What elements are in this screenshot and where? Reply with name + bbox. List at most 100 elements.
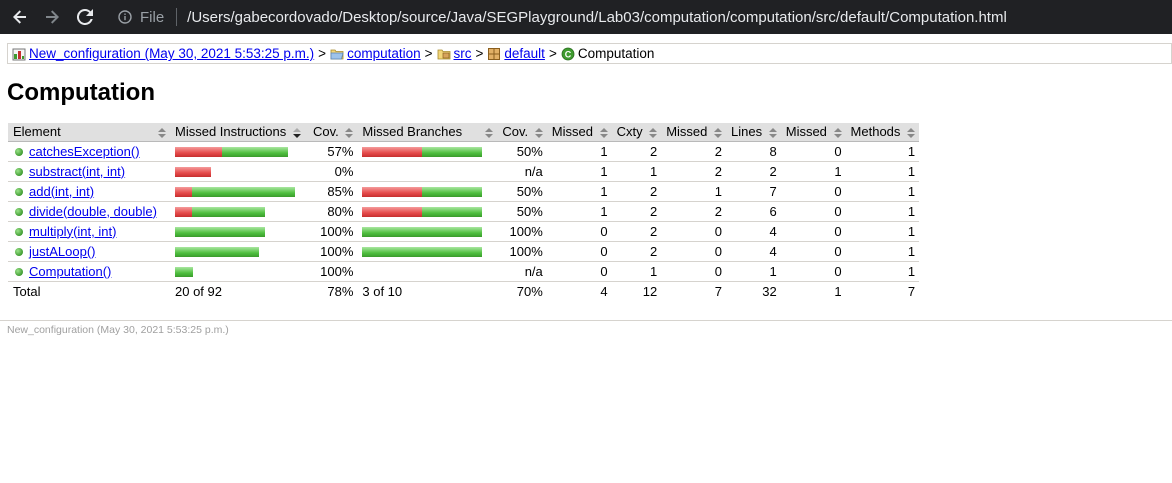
methods: 1 <box>845 141 920 162</box>
branches-bar-cell <box>357 181 498 202</box>
table-row: catchesException() 57% 50% 1 2 2 8 0 1 <box>8 141 920 162</box>
missed-lines: 0 <box>661 261 727 282</box>
sort-icon <box>827 124 842 139</box>
sort-desc-icon <box>286 124 301 139</box>
missed-lines: 0 <box>661 241 727 262</box>
branches-cov: n/a <box>497 161 547 182</box>
sort-icon <box>155 124 166 139</box>
element-cell: justALoop() <box>8 241 170 262</box>
table-header-row: Element Missed Instructions Cov. Missed … <box>8 123 920 142</box>
package-folder-icon <box>437 49 450 59</box>
missed-methods: 0 <box>780 221 846 242</box>
missed-methods: 0 <box>780 141 846 162</box>
sort-icon <box>593 124 608 139</box>
branches-covered-bar <box>422 187 483 198</box>
instructions-bar-cell <box>170 241 308 262</box>
instructions-covered-bar <box>192 207 265 218</box>
sort-icon <box>900 124 916 139</box>
instructions-missed-bar <box>175 147 222 158</box>
breadcrumb-session-link[interactable]: New_configuration (May 30, 2021 5:53:25 … <box>29 46 314 61</box>
header-complexity[interactable]: Cxty <box>611 123 662 142</box>
table-row: add(int, int) 85% 50% 1 2 1 7 0 1 <box>8 181 920 202</box>
header-cov-instructions[interactable]: Cov. <box>308 123 358 142</box>
sort-icon <box>482 124 494 139</box>
header-missed-instructions[interactable]: Missed Instructions <box>170 123 308 142</box>
total-branches-cov: 70% <box>516 283 543 299</box>
coverage-table: Element Missed Instructions Cov. Missed … <box>8 123 920 301</box>
sort-icon <box>762 124 777 139</box>
header-missed-complexity[interactable]: Missed <box>546 123 612 142</box>
header-cov-branches[interactable]: Cov. <box>497 123 547 142</box>
address-bar[interactable]: File /Users/gabecordovado/Desktop/source… <box>108 3 1172 31</box>
table-row: substract(int, int) 0% n/a 1 1 2 2 1 1 <box>8 161 920 182</box>
method-icon <box>15 207 23 216</box>
complexity: 1 <box>611 261 662 282</box>
branches-bar-cell <box>357 221 498 242</box>
method-link[interactable]: divide(double, double) <box>29 204 157 219</box>
branches-cov: 50% <box>497 181 547 202</box>
instructions-cov: 100% <box>308 241 358 262</box>
instructions-covered-bar <box>222 147 288 158</box>
method-link[interactable]: Computation() <box>29 264 111 279</box>
methods: 1 <box>845 201 920 222</box>
missed-methods: 0 <box>780 261 846 282</box>
total-missed-lines: 7 <box>714 283 723 299</box>
complexity: 1 <box>611 161 662 182</box>
missed-lines: 2 <box>661 161 727 182</box>
method-link[interactable]: substract(int, int) <box>29 164 125 179</box>
missed-methods: 0 <box>780 201 846 222</box>
sort-icon <box>528 124 543 139</box>
complexity: 2 <box>611 241 662 262</box>
back-button[interactable] <box>4 0 36 34</box>
method-link[interactable]: add(int, int) <box>29 184 94 199</box>
missed-complexity: 1 <box>546 161 612 182</box>
header-missed-lines[interactable]: Missed <box>661 123 727 142</box>
branches-bar-cell <box>357 241 498 262</box>
reload-button[interactable] <box>69 0 101 34</box>
element-cell: add(int, int) <box>8 181 170 202</box>
breadcrumb-src-link[interactable]: src <box>454 46 472 61</box>
total-instructions: 20 of 92 <box>175 283 222 299</box>
methods: 1 <box>845 221 920 242</box>
browser-toolbar: File /Users/gabecordovado/Desktop/source… <box>0 0 1172 34</box>
branches-bar-cell <box>357 261 498 282</box>
header-missed-branches[interactable]: Missed Branches <box>357 123 498 142</box>
method-icon <box>15 147 23 156</box>
lines: 8 <box>726 141 781 162</box>
header-lines[interactable]: Lines <box>726 123 781 142</box>
method-icon <box>15 267 23 276</box>
table-row: justALoop() 100% 100% 0 2 0 4 0 1 <box>8 241 920 262</box>
method-link[interactable]: multiply(int, int) <box>29 224 116 239</box>
breadcrumb-project-link[interactable]: computation <box>347 46 421 61</box>
forward-button[interactable] <box>36 0 68 34</box>
breadcrumb: New_configuration (May 30, 2021 5:53:25 … <box>7 43 1172 64</box>
info-icon[interactable] <box>118 10 132 24</box>
header-missed-methods[interactable]: Missed <box>780 123 846 142</box>
methods: 1 <box>845 181 920 202</box>
breadcrumb-package-link[interactable]: default <box>504 46 545 61</box>
url-text[interactable]: /Users/gabecordovado/Desktop/source/Java… <box>187 9 1007 26</box>
branches-cov: 50% <box>497 141 547 162</box>
methods: 1 <box>845 241 920 262</box>
total-missed-methods: 1 <box>834 283 842 299</box>
arrow-right-icon <box>46 10 59 24</box>
element-cell: catchesException() <box>8 141 170 162</box>
instructions-bar-cell <box>170 161 308 182</box>
table-row: multiply(int, int) 100% 100% 0 2 0 4 0 1 <box>8 221 920 242</box>
missed-methods: 0 <box>780 181 846 202</box>
branches-covered-bar <box>362 227 483 238</box>
missed-methods: 1 <box>780 161 846 182</box>
method-icon <box>15 247 23 256</box>
header-element[interactable]: Element <box>8 123 170 142</box>
total-branches: 3 of 10 <box>362 283 403 299</box>
breadcrumb-separator: > <box>318 46 327 61</box>
branches-bar-cell <box>357 201 498 222</box>
missed-complexity: 0 <box>546 221 612 242</box>
address-separator <box>176 8 178 26</box>
header-methods[interactable]: Methods <box>845 123 920 142</box>
method-link[interactable]: justALoop() <box>29 244 95 259</box>
total-complexity: 12 <box>642 283 658 299</box>
method-icon <box>15 187 23 196</box>
method-link[interactable]: catchesException() <box>29 144 140 159</box>
instructions-cov: 100% <box>308 221 358 242</box>
